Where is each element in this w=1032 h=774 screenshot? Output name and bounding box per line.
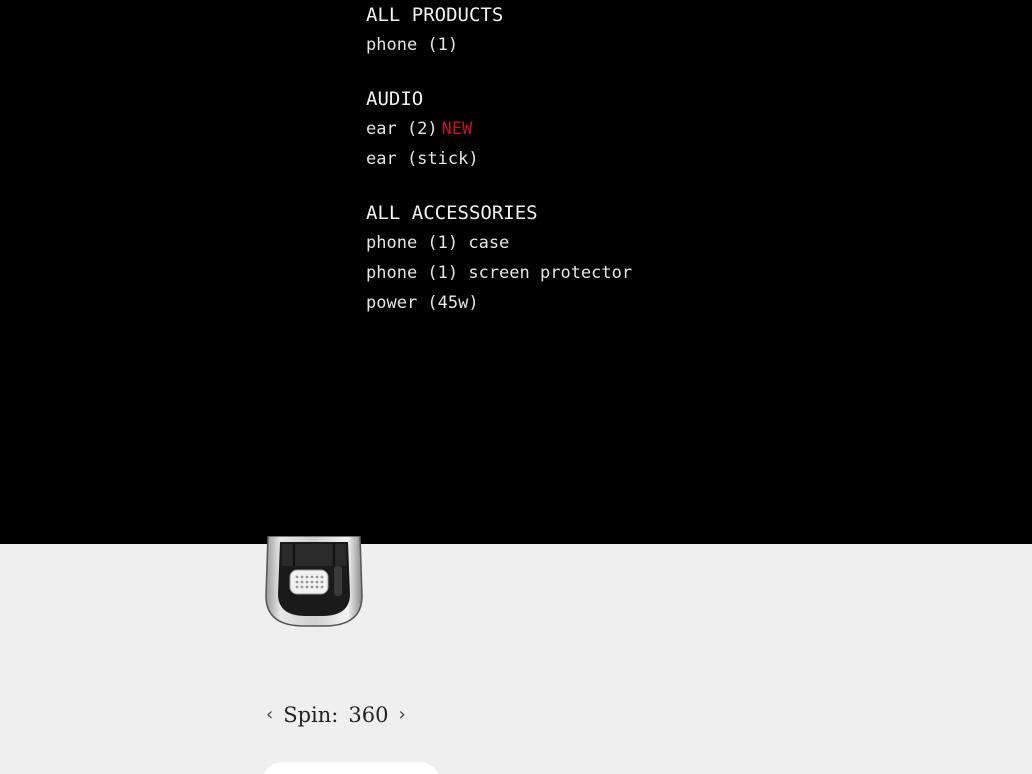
menu-heading-audio[interactable]: AUDIO (366, 88, 786, 110)
menu-item-label: ear (stick) (366, 149, 479, 169)
menu-item-power-45w[interactable]: power (45w) (366, 292, 786, 314)
menu-heading-all-products[interactable]: ALL PRODUCTS (366, 4, 786, 26)
menu-item-label: phone (1) case (366, 233, 510, 253)
spin-next-icon[interactable]: › (398, 700, 405, 730)
menu-item-phone-1-case[interactable]: phone (1) case (366, 232, 786, 254)
bottom-pill-button[interactable] (262, 762, 440, 774)
new-badge: NEW (441, 119, 473, 139)
menu-item-label: ear (2) (366, 119, 438, 139)
menu-item-ear-2[interactable]: ear (2) NEW (366, 118, 786, 140)
menu-item-label: phone (1) (366, 35, 459, 55)
menu-group-all-products: ALL PRODUCTS phone (1) (366, 4, 786, 56)
menu-group-audio: AUDIO ear (2) NEW ear (stick) (366, 88, 786, 170)
menu-column: ALL PRODUCTS phone (1) AUDIO ear (2) NEW … (366, 4, 786, 346)
menu-item-phone-1-screen-protector[interactable]: phone (1) screen protector (366, 262, 786, 284)
menu-item-phone-1[interactable]: phone (1) (366, 34, 786, 56)
product-image (264, 535, 364, 628)
spin-prev-icon[interactable]: ‹ (266, 700, 273, 730)
menu-item-label: power (45w) (366, 293, 479, 313)
spin-control: ‹ Spin: 360 › (266, 700, 406, 730)
menu-heading-all-accessories[interactable]: ALL ACCESSORIES (366, 202, 786, 224)
menu-item-label: phone (1) screen protector (366, 263, 633, 283)
menu-item-ear-stick[interactable]: ear (stick) (366, 148, 786, 170)
menu-group-all-accessories: ALL ACCESSORIES phone (1) case phone (1)… (366, 202, 786, 314)
nav-dropdown-menu: ALL PRODUCTS phone (1) AUDIO ear (2) NEW … (0, 0, 1032, 544)
spin-value: 360 (348, 703, 389, 727)
spin-label: Spin: (283, 703, 339, 727)
earbud-case-icon (265, 535, 363, 627)
